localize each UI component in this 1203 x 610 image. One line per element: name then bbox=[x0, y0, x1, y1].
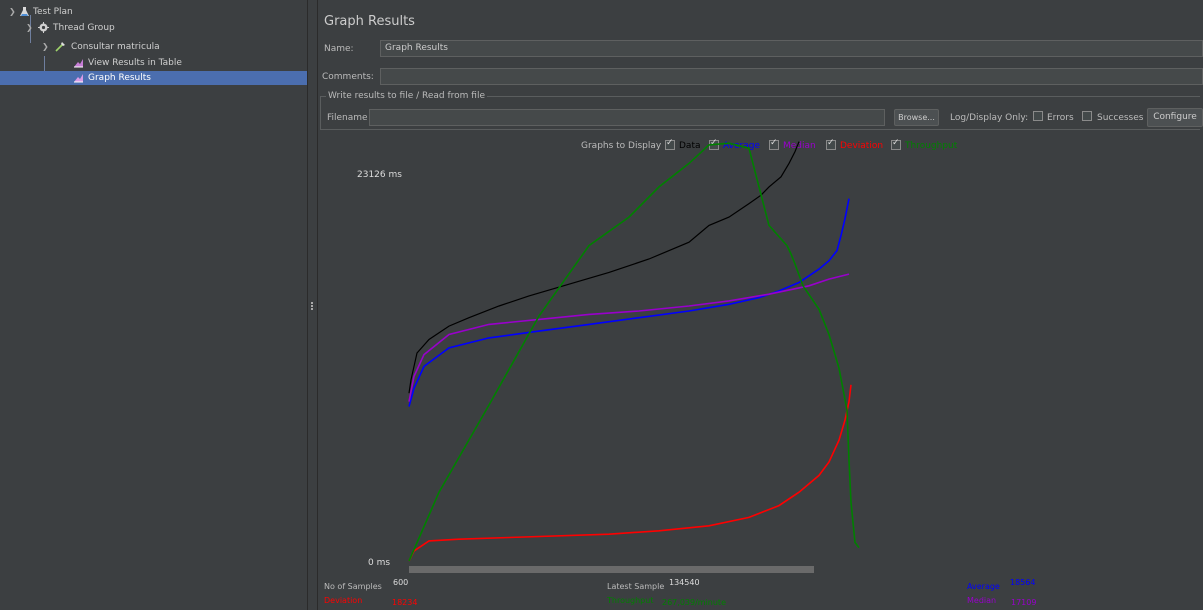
throughput-value: 267,039/minute bbox=[662, 598, 726, 607]
throughput-label: Throughput bbox=[607, 596, 654, 605]
chevron-down-icon[interactable]: ❯ bbox=[42, 40, 49, 54]
tree-item-view-results-in-table[interactable]: View Results in Table bbox=[0, 56, 300, 70]
pipette-icon bbox=[55, 42, 65, 52]
latest-sample-label: Latest Sample bbox=[607, 582, 665, 591]
average-value: 18564 bbox=[1010, 578, 1036, 587]
tree-item-label: View Results in Table bbox=[88, 58, 182, 68]
graph-progress-bar bbox=[409, 566, 814, 573]
series-line-deviation bbox=[408, 384, 852, 562]
splitter-grip[interactable] bbox=[311, 302, 315, 310]
tree-item-label: Test Plan bbox=[33, 7, 73, 17]
y-min-label: 0 ms bbox=[368, 558, 390, 568]
samples-label: No of Samples bbox=[324, 582, 382, 591]
latest-sample-value: 134540 bbox=[669, 578, 700, 587]
graph-results-panel: Graph Results Name: Graph Results Commen… bbox=[317, 0, 1203, 610]
tree-item-label: Consultar matricula bbox=[71, 42, 160, 52]
flask-icon bbox=[20, 7, 29, 16]
tree-item-label: Thread Group bbox=[53, 23, 115, 33]
samples-value: 600 bbox=[393, 578, 409, 587]
deviation-label: Deviation bbox=[324, 596, 363, 605]
gear-icon bbox=[38, 22, 49, 33]
graph-canvas: 23126 ms 0 ms bbox=[357, 141, 860, 573]
series-line-median bbox=[408, 273, 850, 402]
average-label: Average bbox=[967, 582, 1000, 591]
test-plan-tree: ❯ Test Plan ❯ Thread Group ❯ Consultar m… bbox=[0, 0, 308, 610]
deviation-value: 18234 bbox=[392, 598, 418, 607]
chart-icon bbox=[74, 74, 83, 83]
tree-item-label: Graph Results bbox=[88, 73, 151, 83]
chevron-down-icon[interactable]: ❯ bbox=[26, 21, 33, 35]
tree-item-test-plan[interactable]: ❯ Test Plan bbox=[0, 5, 300, 19]
chevron-down-icon[interactable]: ❯ bbox=[9, 5, 16, 19]
y-max-label: 23126 ms bbox=[357, 170, 402, 180]
chart-icon bbox=[74, 59, 83, 68]
median-value: 17109 bbox=[1011, 598, 1037, 607]
tree-item-consultar-matricula[interactable]: ❯ Consultar matricula bbox=[0, 40, 300, 54]
tree-item-graph-results[interactable]: Graph Results bbox=[0, 71, 307, 85]
tree-item-thread-group[interactable]: ❯ Thread Group bbox=[0, 21, 300, 35]
series-line-average bbox=[408, 198, 850, 407]
median-label: Median bbox=[967, 596, 997, 605]
series-line-throughput bbox=[408, 142, 860, 562]
series-line-data bbox=[408, 141, 800, 394]
